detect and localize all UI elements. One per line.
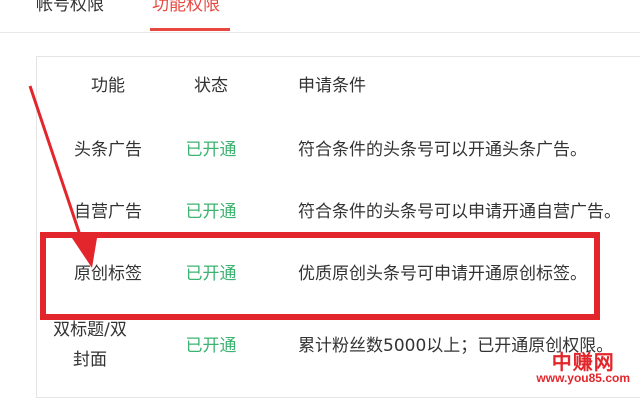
site-watermark: 中赚网 www.you85.com <box>536 352 630 384</box>
red-arrow-annotation <box>28 85 98 268</box>
watermark-title: 中赚网 <box>551 350 615 374</box>
watermark-url: www.you85.com <box>536 371 630 385</box>
